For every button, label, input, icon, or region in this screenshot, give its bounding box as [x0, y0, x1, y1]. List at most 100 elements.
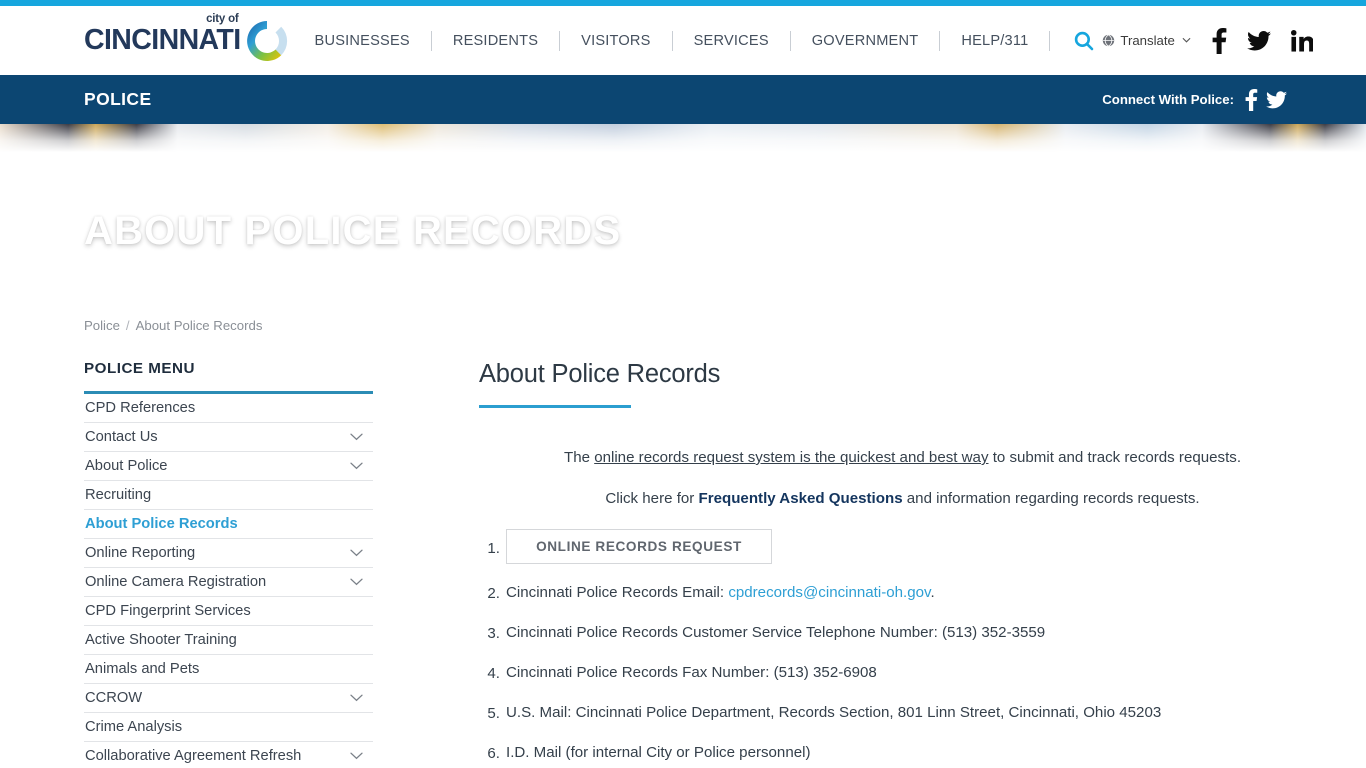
site-logo[interactable]: city of CINCINNATI: [84, 13, 293, 67]
primary-navigation: BUSINESSES RESIDENTS VISITORS SERVICES G…: [315, 29, 1103, 53]
hero-background-image: [0, 124, 1366, 152]
list-item-content: I.D. Mail (for internal City or Police p…: [506, 744, 811, 762]
nav-link-help-311[interactable]: HELP/311: [961, 29, 1028, 53]
chevron-down-icon: [1182, 35, 1191, 46]
intro-paragraph-1: The online records request system is the…: [479, 446, 1326, 469]
hero-banner: ABOUT POLICE RECORDS: [0, 124, 1366, 310]
sidebar-item-label: About Police: [85, 458, 168, 474]
sidebar-item-label: CPD Fingerprint Services: [85, 603, 251, 619]
sidebar-item-label: Contact Us: [85, 429, 158, 445]
sidebar-item-active-shooter-training[interactable]: Active Shooter Training: [84, 626, 373, 654]
breadcrumb-parent-link[interactable]: Police: [84, 318, 120, 333]
breadcrumb-separator: /: [125, 317, 130, 333]
logo-cincinnati-text: CINCINNATI: [84, 24, 241, 57]
sidebar-item-label: Recruiting: [85, 487, 152, 503]
page-body: POLICE MENU CPD References Contact Us Abou…: [0, 360, 1366, 768]
sidebar-item-about-police-records[interactable]: About Police Records: [84, 510, 373, 538]
list-item-number: 6.: [487, 745, 500, 763]
list-item: 6. I.D. Mail (for internal City or Police…: [479, 742, 1326, 764]
faq-link[interactable]: Frequently Asked Questions: [699, 490, 903, 507]
list-item: 3. Cincinnati Police Records Customer Ser…: [479, 622, 1326, 644]
list-item-content: Cincinnati Police Records Email: cpdreco…: [506, 582, 935, 603]
sidebar-item-collaborative-agreement-refresh[interactable]: Collaborative Agreement Refresh: [84, 742, 373, 768]
translate-button[interactable]: Translate: [1102, 33, 1191, 48]
list-item-content: U.S. Mail: Cincinnati Police Department,…: [506, 704, 1162, 722]
cincinnati-c-logo-icon: [241, 15, 293, 67]
list-item-number: 3.: [487, 624, 500, 642]
breadcrumb-current: About Police Records: [135, 317, 263, 333]
list-item: Recruiting: [84, 481, 373, 510]
sidebar-item-animals-and-pets[interactable]: Animals and Pets: [84, 655, 373, 683]
list-item-number: 5.: [487, 705, 500, 723]
nav-link-services[interactable]: SERVICES: [694, 29, 769, 53]
nav-link-residents[interactable]: RESIDENTS: [453, 29, 538, 53]
site-header: city of CINCINNATI BUSINESSES RESIDENTS …: [0, 6, 1366, 75]
sidebar-item-cpd-references[interactable]: CPD References: [84, 394, 373, 422]
linkedin-icon[interactable]: [1290, 29, 1313, 52]
facebook-icon[interactable]: [1244, 88, 1258, 111]
list-item: Animals and Pets: [84, 655, 373, 684]
list-item: About Police: [84, 452, 373, 481]
sidebar-item-label: About Police Records: [85, 516, 238, 532]
intro-block: The online records request system is the…: [479, 446, 1326, 511]
list-item-number: 1.: [487, 539, 500, 557]
chevron-down-icon[interactable]: [349, 575, 363, 589]
sidebar-menu: CPD References Contact Us About Police Recr…: [84, 394, 374, 768]
facebook-icon[interactable]: [1211, 27, 1227, 54]
sidebar-item-contact-us[interactable]: Contact Us: [84, 423, 373, 451]
chevron-down-icon[interactable]: [349, 546, 363, 560]
main-content: About Police Records The online records …: [374, 360, 1326, 768]
logo-cityof-text: city of: [206, 13, 239, 26]
sidebar-item-online-reporting[interactable]: Online Reporting: [84, 539, 373, 567]
nav-link-visitors[interactable]: VISITORS: [581, 29, 650, 53]
list-item: About Police Records: [84, 510, 373, 539]
list-item: Contact Us: [84, 423, 373, 452]
sidebar-item-ccrow[interactable]: CCROW: [84, 684, 373, 712]
translate-label: Translate: [1120, 33, 1175, 48]
chevron-down-icon[interactable]: [349, 691, 363, 705]
twitter-icon[interactable]: [1266, 90, 1287, 109]
breadcrumb: Police / About Police Records: [0, 314, 1366, 336]
chevron-down-icon[interactable]: [349, 749, 363, 763]
chevron-down-icon[interactable]: [349, 459, 363, 473]
list-item: CPD Fingerprint Services: [84, 597, 373, 626]
content-heading: About Police Records: [479, 360, 721, 388]
list-item-number: 2.: [487, 584, 500, 602]
sidebar-item-label: Animals and Pets: [85, 661, 200, 677]
list-item-content: Cincinnati Police Records Customer Servi…: [506, 623, 1046, 641]
nav-link-government[interactable]: GOVERNMENT: [812, 29, 919, 53]
nav-divider: [430, 30, 432, 51]
nav-divider: [671, 30, 673, 51]
online-records-request-button[interactable]: ONLINE RECORDS REQUEST: [506, 528, 772, 564]
sidebar-item-about-police[interactable]: About Police: [84, 452, 373, 480]
chevron-down-icon[interactable]: [349, 430, 363, 444]
list-item: 2. Cincinnati Police Records Email: cpdre…: [479, 582, 1326, 604]
records-email-link[interactable]: cpdrecords@cincinnati-oh.gov: [728, 584, 930, 601]
online-records-request-link[interactable]: online records request system is the qui…: [594, 449, 988, 466]
sidebar-item-label: Online Camera Registration: [85, 574, 267, 590]
sidebar-item-label: Collaborative Agreement Refresh: [85, 748, 302, 764]
sidebar-item-online-camera-registration[interactable]: Online Camera Registration: [84, 568, 373, 596]
list-item-text: Cincinnati Police Records Email:: [506, 583, 729, 601]
intro-1-post: to submit and track records requests.: [988, 449, 1242, 466]
sidebar-item-label: CCROW: [85, 690, 143, 706]
intro-1-pre: The: [563, 449, 595, 466]
nav-divider: [559, 30, 561, 51]
nav-link-businesses[interactable]: BUSINESSES: [315, 29, 410, 53]
list-item-text-post: .: [930, 583, 935, 601]
list-item: Online Camera Registration: [84, 568, 373, 597]
sidebar-item-recruiting[interactable]: Recruiting: [84, 481, 373, 509]
twitter-icon[interactable]: [1246, 30, 1271, 51]
sidebar-item-label: Active Shooter Training: [85, 632, 237, 648]
sidebar-item-crime-analysis[interactable]: Crime Analysis: [84, 713, 373, 741]
list-item-content: ONLINE RECORDS REQUEST: [506, 528, 772, 564]
sidebar: POLICE MENU CPD References Contact Us Abou…: [84, 360, 374, 768]
nav-divider: [939, 30, 941, 51]
sidebar-item-label: Online Reporting: [85, 545, 196, 561]
list-item: CCROW: [84, 684, 373, 713]
content-heading-underline: [479, 405, 631, 408]
list-item: Collaborative Agreement Refresh: [84, 742, 373, 768]
sidebar-item-cpd-fingerprint-services[interactable]: CPD Fingerprint Services: [84, 597, 373, 625]
intro-2-pre: Click here for: [605, 490, 699, 508]
search-icon[interactable]: [1072, 29, 1096, 53]
